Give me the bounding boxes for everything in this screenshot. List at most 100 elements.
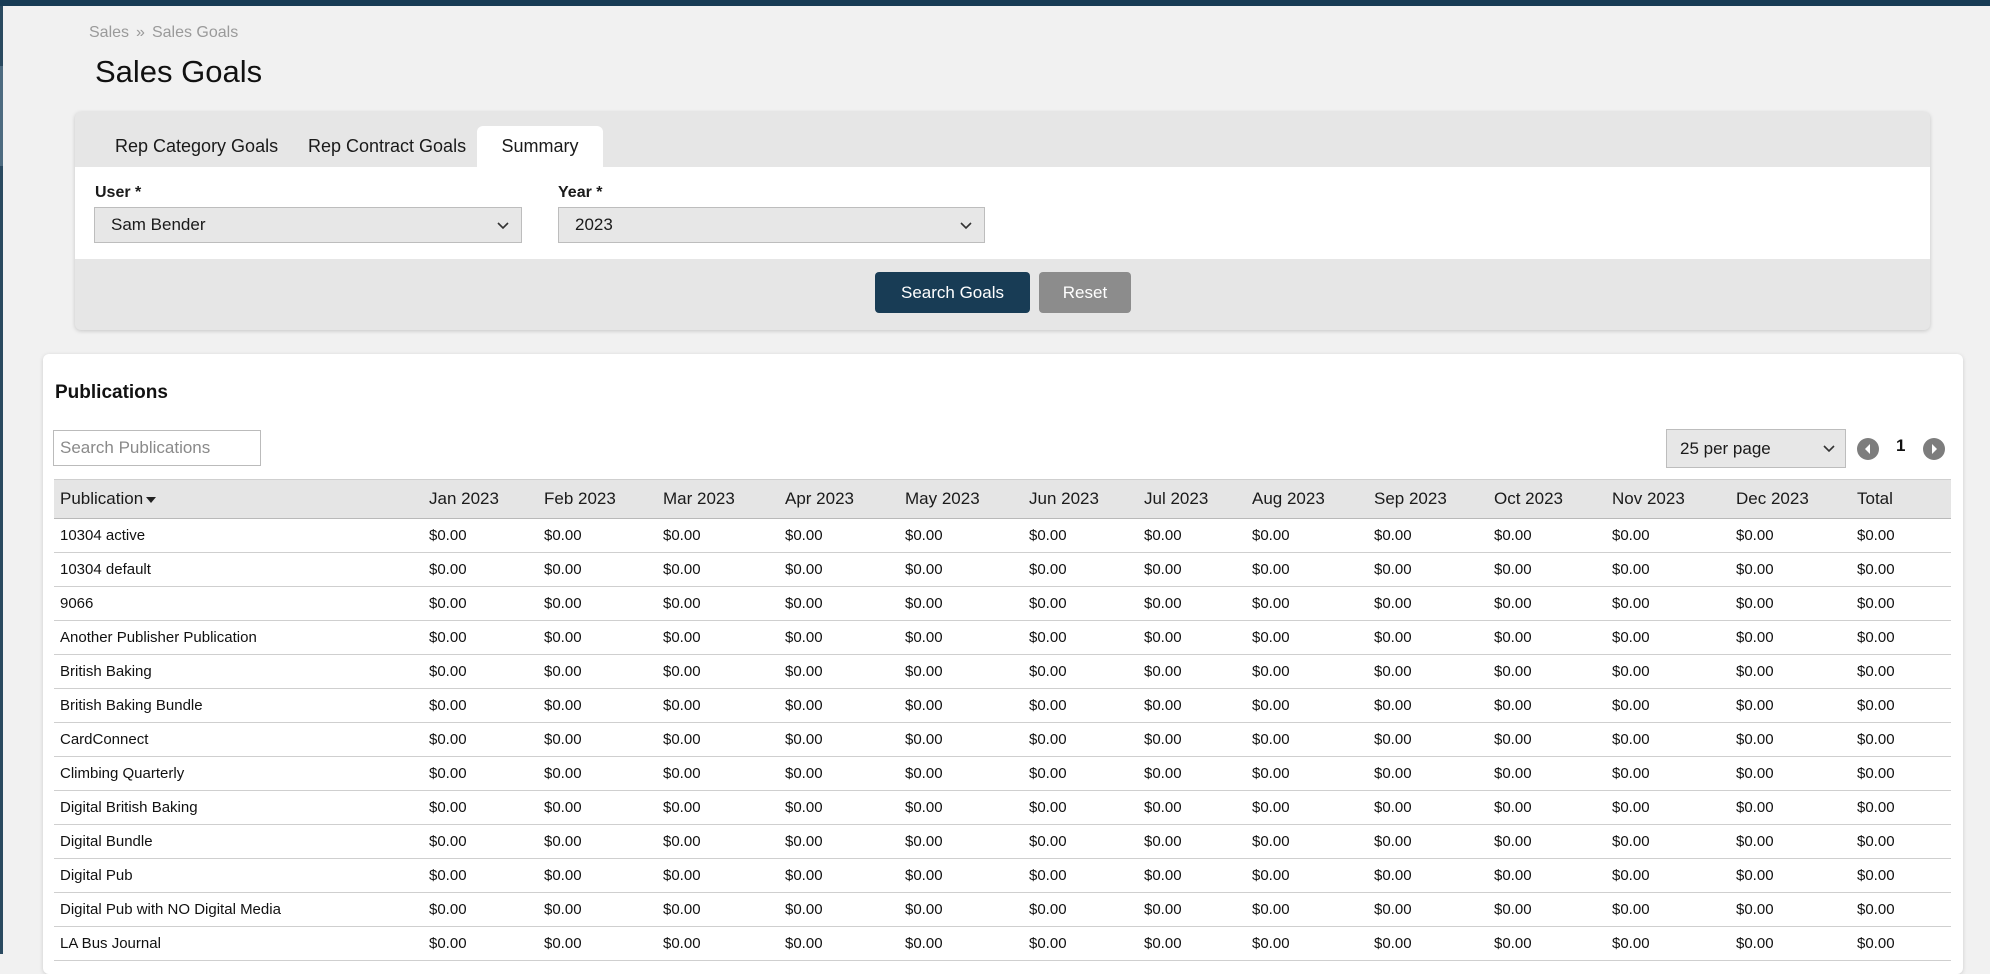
goal-value-cell: $0.00 (1606, 858, 1730, 893)
reset-button[interactable]: Reset (1039, 272, 1131, 313)
per-page-select[interactable]: 25 per page (1666, 429, 1846, 468)
goal-value-cell: $0.00 (1851, 824, 1951, 859)
table-row: Another Publisher Publication $0.00 $0.00 $… (54, 620, 1951, 655)
tab-summary[interactable]: Summary (477, 126, 603, 167)
user-select[interactable]: Sam Bender (94, 207, 522, 243)
current-page-number: 1 (1896, 436, 1906, 455)
goal-value-cell: $0.00 (1023, 620, 1138, 655)
column-header: Jan 2023 (423, 479, 538, 519)
chevron-down-icon (1823, 445, 1835, 453)
goal-value-cell: $0.00 (1246, 586, 1368, 621)
column-header: Total (1851, 479, 1951, 519)
goal-value-cell: $0.00 (1730, 892, 1851, 927)
goal-value-cell: $0.00 (1851, 858, 1951, 893)
goal-value-cell: $0.00 (423, 620, 538, 655)
goal-value-cell: $0.00 (1851, 926, 1951, 961)
goal-value-cell: $0.00 (1368, 518, 1488, 553)
column-header-label: Mar 2023 (663, 489, 735, 508)
table-header: Publication Jan 2023 Feb 2023 Mar 2023 Apr 2… (54, 479, 1951, 519)
publication-name-cell: British Baking (54, 654, 423, 689)
goal-value-cell: $0.00 (899, 926, 1023, 961)
table-row: 10304 active $0.00 $0.00 $0.00 $0.00 $0.00 $0.… (54, 518, 1951, 553)
sort-caret-icon (146, 496, 157, 503)
goal-value-cell: $0.00 (899, 518, 1023, 553)
goal-value-cell: $0.00 (899, 654, 1023, 689)
year-select[interactable]: 2023 (558, 207, 985, 243)
goal-value-cell: $0.00 (1488, 858, 1606, 893)
column-header-label: Total (1857, 489, 1893, 508)
goal-value-cell: $0.00 (899, 858, 1023, 893)
publication-name-cell: British Baking Bundle (54, 688, 423, 723)
goal-value-cell: $0.00 (779, 688, 899, 723)
prev-page-button[interactable] (1857, 438, 1879, 460)
table-header-row: Publication Jan 2023 Feb 2023 Mar 2023 Apr 2… (54, 479, 1951, 519)
publication-name-cell: Digital British Baking (54, 790, 423, 825)
goal-value-cell: $0.00 (657, 518, 779, 553)
publication-name-cell: 10304 active (54, 518, 423, 553)
table-body: 10304 active $0.00 $0.00 $0.00 $0.00 $0.00 $0.… (54, 518, 1951, 961)
publication-name-cell: CardConnect (54, 722, 423, 757)
goal-value-cell: $0.00 (1246, 688, 1368, 723)
goal-value-cell: $0.00 (1368, 824, 1488, 859)
goal-value-cell: $0.00 (1606, 518, 1730, 553)
goal-value-cell: $0.00 (1851, 722, 1951, 757)
next-page-button[interactable] (1923, 438, 1945, 460)
goal-value-cell: $0.00 (1606, 654, 1730, 689)
goal-value-cell: $0.00 (1138, 756, 1246, 791)
tab-rep-contract-goals[interactable]: Rep Contract Goals (308, 126, 466, 167)
goal-value-cell: $0.00 (538, 722, 657, 757)
publications-card: Publications 25 per page 1 Publication Ja… (43, 354, 1963, 974)
goal-value-cell: $0.00 (1730, 756, 1851, 791)
column-header-publication[interactable]: Publication (54, 479, 423, 519)
goal-value-cell: $0.00 (423, 858, 538, 893)
goal-value-cell: $0.00 (1246, 790, 1368, 825)
breadcrumb-sales-link[interactable]: Sales (89, 24, 129, 41)
goal-value-cell: $0.00 (1023, 518, 1138, 553)
user-field-label: User * (95, 184, 142, 201)
goal-value-cell: $0.00 (1138, 824, 1246, 859)
goal-value-cell: $0.00 (657, 926, 779, 961)
goal-value-cell: $0.00 (1488, 620, 1606, 655)
goal-value-cell: $0.00 (1730, 824, 1851, 859)
goal-value-cell: $0.00 (1368, 756, 1488, 791)
goal-value-cell: $0.00 (779, 654, 899, 689)
goal-value-cell: $0.00 (1730, 620, 1851, 655)
goal-value-cell: $0.00 (1138, 620, 1246, 655)
goal-value-cell: $0.00 (779, 790, 899, 825)
breadcrumb-separator: » (136, 24, 145, 41)
goal-value-cell: $0.00 (1138, 722, 1246, 757)
goal-value-cell: $0.00 (538, 518, 657, 553)
tab-rep-category-goals[interactable]: Rep Category Goals (115, 126, 278, 167)
goal-value-cell: $0.00 (1368, 688, 1488, 723)
goal-value-cell: $0.00 (1606, 552, 1730, 587)
goal-value-cell: $0.00 (1488, 654, 1606, 689)
goal-value-cell: $0.00 (1023, 688, 1138, 723)
goal-value-cell: $0.00 (1246, 892, 1368, 927)
column-header: Oct 2023 (1488, 479, 1606, 519)
breadcrumb: Sales » Sales Goals (89, 24, 238, 42)
goal-value-cell: $0.00 (423, 552, 538, 587)
goal-value-cell: $0.00 (1246, 552, 1368, 587)
search-publications-input[interactable] (53, 430, 261, 466)
goal-value-cell: $0.00 (1138, 518, 1246, 553)
tab-bar: Rep Category Goals Rep Contract Goals Su… (75, 112, 1930, 167)
goal-value-cell: $0.00 (899, 688, 1023, 723)
goal-value-cell: $0.00 (423, 722, 538, 757)
goal-value-cell: $0.00 (657, 790, 779, 825)
left-edge-bar (0, 6, 3, 954)
goal-value-cell: $0.00 (1246, 722, 1368, 757)
goal-value-cell: $0.00 (1023, 824, 1138, 859)
user-select-value: Sam Bender (111, 215, 206, 234)
goal-value-cell: $0.00 (1730, 586, 1851, 621)
column-header: Jul 2023 (1138, 479, 1246, 519)
goal-value-cell: $0.00 (779, 586, 899, 621)
goal-value-cell: $0.00 (1246, 518, 1368, 553)
column-header-label: Jan 2023 (429, 489, 499, 508)
chevron-down-icon (960, 222, 972, 230)
search-goals-button[interactable]: Search Goals (875, 272, 1030, 313)
column-header: Mar 2023 (657, 479, 779, 519)
column-header-label: Dec 2023 (1736, 489, 1809, 508)
publication-name-cell: Digital Pub (54, 858, 423, 893)
goal-value-cell: $0.00 (1488, 926, 1606, 961)
page-title: Sales Goals (95, 54, 263, 89)
